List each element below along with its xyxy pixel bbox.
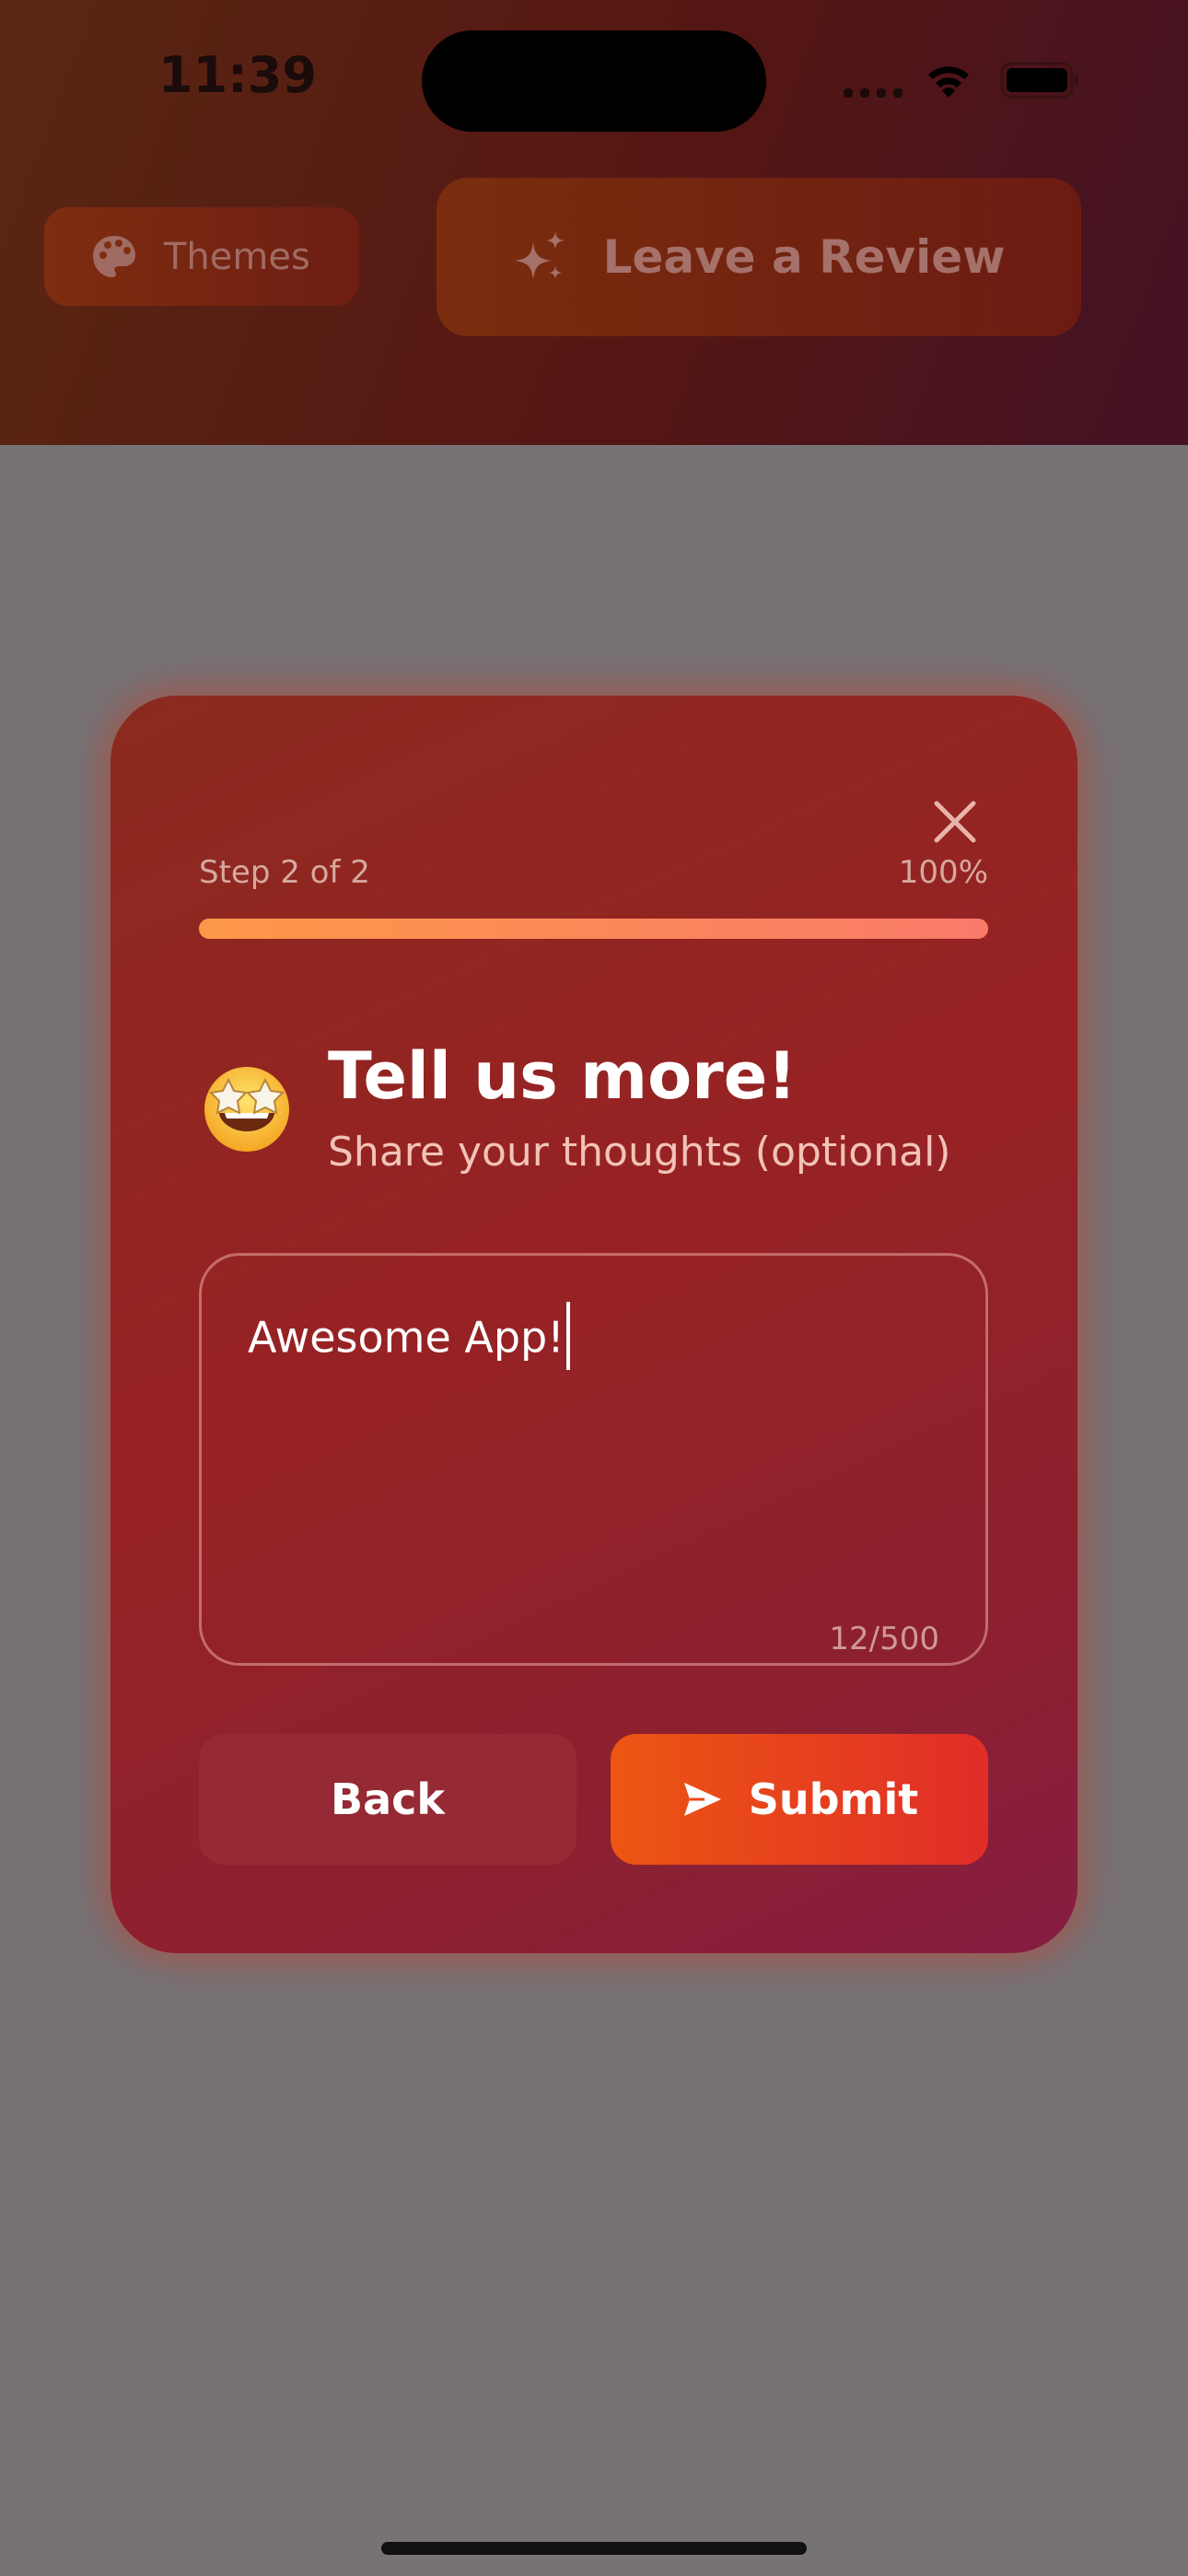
modal-title: Tell us more!: [328, 1038, 798, 1114]
feedback-textarea[interactable]: Awesome App! 12/500: [199, 1253, 988, 1666]
sparkles-icon: [514, 231, 565, 279]
feedback-modal: Step 2 of 2 100% Tell us more! Share you…: [111, 696, 1077, 1953]
progress-fill: [199, 919, 988, 939]
feedback-text[interactable]: Awesome App!: [248, 1302, 570, 1370]
feedback-value: Awesome App!: [248, 1312, 565, 1363]
status-icons: [844, 62, 1078, 99]
dynamic-island: [422, 30, 766, 132]
leave-review-label: Leave a Review: [602, 230, 1006, 284]
progress-percent: 100%: [898, 854, 988, 891]
leave-review-button[interactable]: Leave a Review: [437, 178, 1081, 336]
app-header: 11:39 Themes Leave a Review: [0, 0, 1188, 445]
palette-icon: [93, 235, 135, 277]
step-label: Step 2 of 2: [199, 854, 370, 891]
cellular-signal-icon: [844, 88, 903, 98]
back-label: Back: [331, 1774, 445, 1824]
progress-bar: [199, 919, 988, 939]
submit-label: Submit: [748, 1774, 919, 1824]
wifi-icon: [928, 66, 969, 98]
close-icon[interactable]: [923, 790, 987, 854]
back-button[interactable]: Back: [199, 1734, 577, 1865]
themes-button[interactable]: Themes: [44, 207, 359, 306]
send-icon: [683, 1783, 721, 1816]
text-caret: [565, 1302, 570, 1370]
status-time: 11:39: [158, 46, 317, 104]
char-count: 12/500: [829, 1621, 939, 1657]
home-indicator[interactable]: [381, 2542, 807, 2555]
themes-label: Themes: [164, 235, 310, 278]
star-struck-emoji-icon: [204, 1067, 289, 1152]
submit-button[interactable]: Submit: [611, 1734, 988, 1865]
modal-subtitle: Share your thoughts (optional): [328, 1129, 951, 1176]
battery-icon: [1000, 62, 1078, 99]
